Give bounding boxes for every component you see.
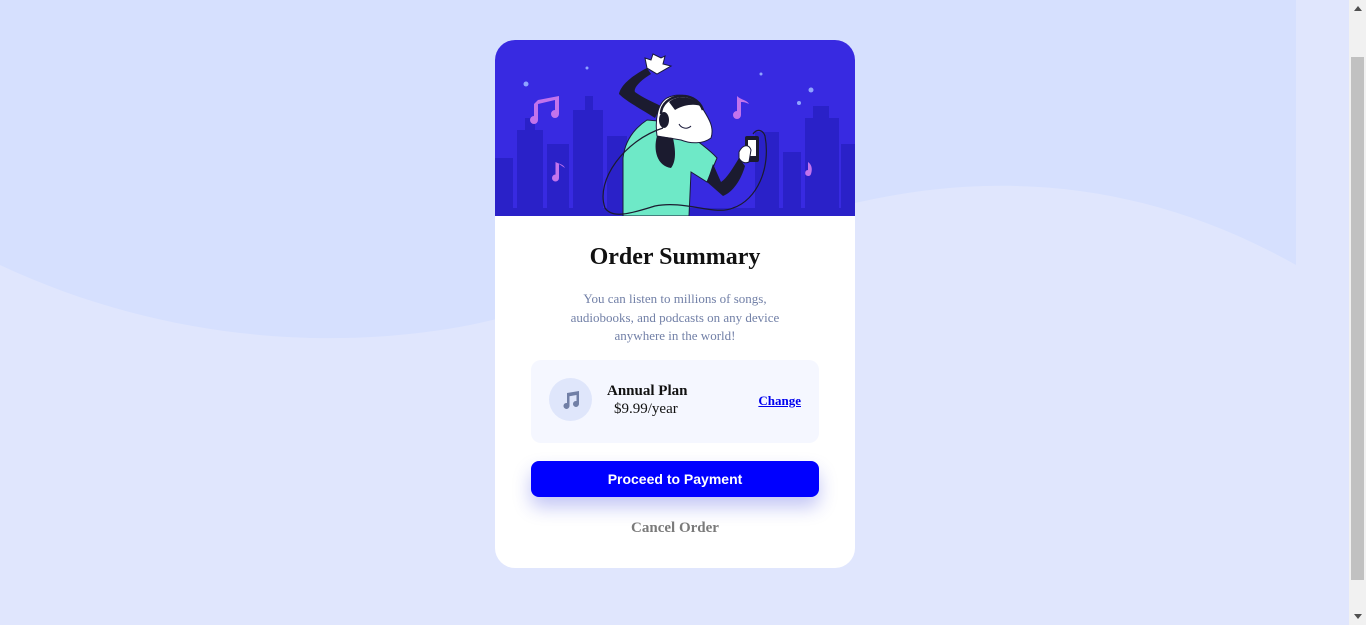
plan-name: Annual Plan (607, 383, 688, 399)
cancel-order-button[interactable]: Cancel Order (495, 520, 855, 537)
proceed-to-payment-button[interactable]: Proceed to Payment (531, 461, 819, 497)
change-plan-link[interactable]: Change (758, 393, 801, 409)
music-note-icon (549, 378, 592, 421)
page-title: Order Summary (589, 244, 761, 270)
page-scrollbar[interactable] (1349, 0, 1366, 625)
scrollbar-thumb[interactable] (1351, 57, 1364, 580)
hero-illustration (495, 40, 855, 216)
plan-price: $9.99/year (614, 401, 678, 417)
scroll-down-arrow-icon[interactable] (1349, 608, 1366, 625)
scroll-up-arrow-icon[interactable] (1349, 0, 1366, 17)
plan-summary-box: Annual Plan $9.99/year Change (531, 360, 819, 443)
order-summary-card: Order Summary You can listen to millions… (495, 40, 855, 568)
plan-description: You can listen to millions of songs, aud… (570, 291, 780, 343)
